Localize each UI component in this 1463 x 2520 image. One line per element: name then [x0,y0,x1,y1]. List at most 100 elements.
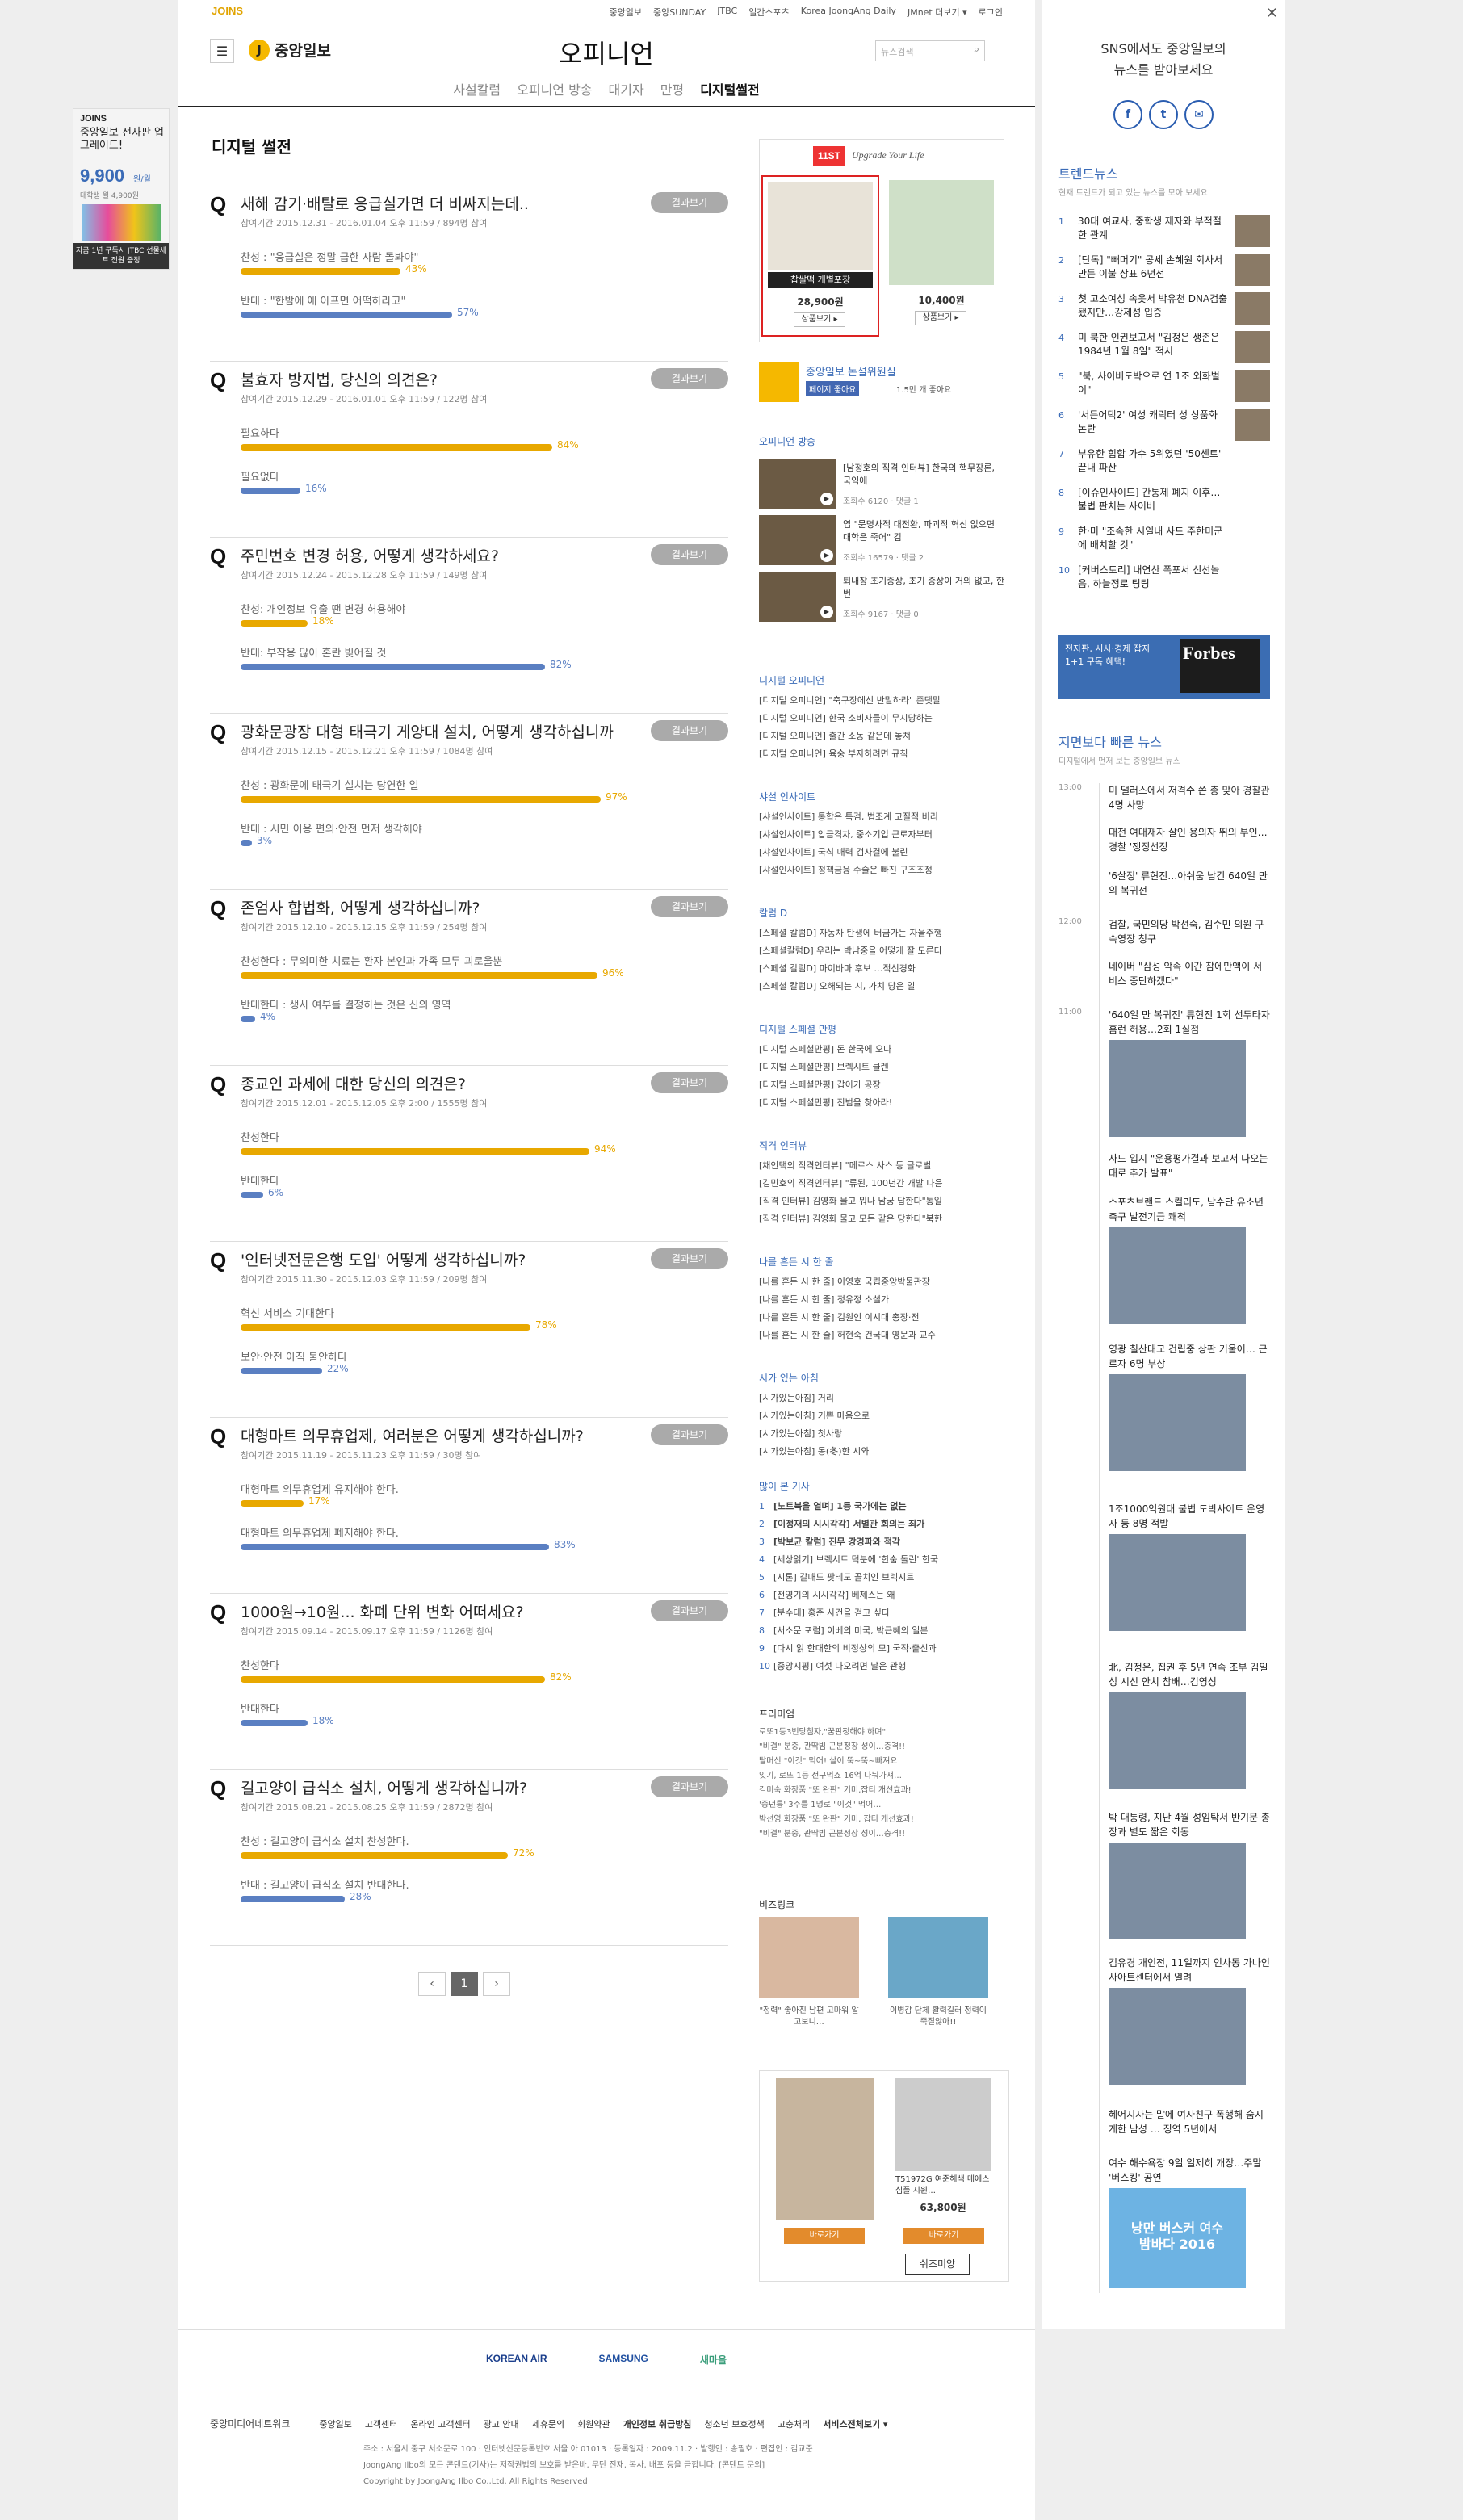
list-item[interactable]: [디지털 오피니언] 출간 소동 같은데 놓쳐 [759,727,1009,745]
popular-item[interactable]: 9 [다시 읽 한대한의 비정상의 모] 국작·출신과 [759,1640,1009,1658]
joins-logo[interactable]: JOINS [212,5,243,17]
list-item[interactable]: [시가있는아침] 거리 [759,1390,1009,1407]
list-item[interactable]: [디지털 스페셜만평] 돈 한국에 오다 [759,1041,1009,1059]
premium-item[interactable]: 김미숙 화장품 "또 완판" 기미,잡티 개선효과! [759,1784,1009,1798]
video-item[interactable]: ▶ 퇴내장 초기증상, 초기 증상이 거의 없고, 한번 조회수 9167 · … [759,572,1009,622]
timeline-item[interactable]: '6살정' 류현진…아쉬움 남긴 640일 만의 복귀전 [1109,869,1270,898]
timeline-image[interactable]: 낭만 버스커 여수 밤바다 2016 [1109,2188,1246,2288]
timeline-image[interactable] [1109,1534,1246,1631]
ad-product-1[interactable]: 찹쌀떡 개별포장 28,900원 상품보기 ▸ [761,175,879,337]
result-button[interactable]: 결과보기 [651,1424,728,1445]
trend-item[interactable]: 2 [단독] "빼머기" 공세 손혜원 회사서 만든 이불 상표 6년전 [1058,254,1270,292]
login-link[interactable]: 로그인 [979,6,1003,19]
timeline-item[interactable]: '640일 만 복귀전' 류현진 1회 선두타자 홈런 허용…2회 1실점 [1109,1008,1270,1037]
section-heading[interactable]: 디지털 스페셜 만평 [759,1022,1009,1036]
timeline-item[interactable]: 여수 해수욕장 9일 일제히 개장…주말 '버스킹' 공연 [1109,2156,1270,2185]
timeline-item[interactable]: 사드 입지 "운용평가결과 보고서 나오는대로 추가 발표" [1109,1151,1270,1180]
popular-item[interactable]: 2 [이정재의 시시각각] 서별관 회의는 죄가 [759,1516,1009,1533]
sponsor-korean-air[interactable]: KOREAN AIR [486,2353,547,2367]
trend-item[interactable]: 1 30대 여교사, 중학생 제자와 부적절한 관계 [1058,215,1270,254]
ad-product-1-button[interactable]: 상품보기 ▸ [794,312,845,327]
timeline-image[interactable] [1109,1040,1246,1137]
section-heading[interactable]: 오피니언 방송 [759,434,1009,448]
list-item[interactable]: [디지털 스페셜만평] 진범을 찾아라! [759,1094,1009,1112]
poll-title[interactable]: 새해 감기·배탈로 응급실가면 더 비싸지는데.. [241,192,529,214]
ad-product-2[interactable]: 10,400원 상품보기 ▸ [884,175,1002,337]
left-banner-ad[interactable]: JOINS 중앙일보 전자판 업그레이드! 9,900 원/월 대학생 월 4,… [73,108,170,270]
subnav-senior-writer[interactable]: 대기자 [609,79,644,99]
timeline-item[interactable]: 北, 김정은, 집권 후 5년 연속 조부 김일성 시신 안치 참배…김영성 [1109,1660,1270,1689]
footer-link[interactable]: 중앙일보 [319,2417,351,2430]
timeline-item[interactable]: 네이버 "삼성 악속 이간 참에만액이 서비스 중단하겠다" [1109,959,1270,988]
result-button[interactable]: 결과보기 [651,1776,728,1797]
poll-title[interactable]: 주민번호 변경 허용, 어떻게 생각하세요? [241,544,499,566]
trend-item[interactable]: 4 미 북한 인권보고서 "김정은 생존은 1984년 1월 8일" 적시 [1058,331,1270,370]
trend-item[interactable]: 10 [커버스토리] 내연산 폭포서 신선놀음, 하늘정로 팅팅 [1058,564,1270,602]
toplink-joongang[interactable]: 중앙일보 [610,6,642,19]
footer-link[interactable]: 청소년 보호정책 [704,2417,764,2430]
footer-link[interactable]: 회원약관 [577,2417,610,2430]
result-button[interactable]: 결과보기 [651,368,728,389]
fb-like-button[interactable]: 페이지 좋아요 [806,381,860,396]
popular-item[interactable]: 1 [노트북을 열며] 1등 국가에는 없는 [759,1498,1009,1516]
list-item[interactable]: [김민호의 직격인터뷰] "류된, 100년간 개발 다음 [759,1175,1009,1193]
toplink-ilgan[interactable]: 일간스포츠 [748,6,790,19]
result-button[interactable]: 결과보기 [651,192,728,213]
premium-item[interactable]: 로또1등3번당첨자,"꿈판정해야 하며" [759,1725,1009,1740]
premium-item[interactable]: '중년퉁' 3주를 1명로 "이것" 먹어… [759,1798,1009,1813]
footer-link[interactable]: 고객센터 [365,2417,397,2430]
poll-title[interactable]: '인터넷전문은행 도입' 어떻게 생각하십니까? [241,1248,526,1270]
search-input[interactable]: 뉴스검색 ⌕ [875,40,985,61]
section-heading[interactable]: 칼럼 D [759,906,1009,920]
footer-all-services[interactable]: 서비스전체보기 ▾ [823,2417,887,2430]
toplink-jmnet-more[interactable]: JMnet 더보기 ▾ [908,6,967,19]
toplink-jtbc[interactable]: JTBC [717,6,737,19]
popular-item[interactable]: 5 [시론] 갈매도 팟테도 골치인 브렉시트 [759,1569,1009,1587]
trend-item[interactable]: 3 첫 고소여성 속옷서 박유천 DNA검출 됐지만…강제성 입증 [1058,292,1270,331]
search-icon[interactable]: ⌕ [974,44,979,56]
bizlink-image-1[interactable] [759,1917,859,1998]
section-heading[interactable]: 샤설 인사이트 [759,790,1009,803]
trend-item[interactable]: 6 '서든어택2' 여성 캐릭터 성 상품화 논란 [1058,409,1270,447]
popular-item[interactable]: 7 [분수대] 홍준 사건을 걷고 싶다 [759,1604,1009,1622]
trend-title[interactable]: 트렌드뉴스 [1058,163,1118,182]
premium-item[interactable]: "비결" 분중, 관딱빔 곤분정장 성이…충격!! [759,1740,1009,1755]
list-item[interactable]: [스페셜칼럼D] 우리는 박남중을 어떻게 잘 모른다 [759,942,1009,960]
list-item[interactable]: [샤설인사이트] 압금격차, 중소기업 근로자부터 [759,826,1009,844]
list-item[interactable]: [디지털 오피니언] 한국 소비자들이 무시당하는 [759,710,1009,727]
footer-link[interactable]: 광고 안내 [484,2417,519,2430]
list-item[interactable]: [직격 인터뷰] 김영화 물고 모든 같은 당한다"북한 [759,1210,1009,1228]
page-1-button[interactable]: 1 [451,1972,478,1996]
result-button[interactable]: 결과보기 [651,544,728,565]
popular-item[interactable]: 3 [박보균 칼럼] 진무 강경파와 적각 [759,1533,1009,1551]
result-button[interactable]: 결과보기 [651,1600,728,1621]
list-item[interactable]: [샤설인사이트] 국식 매력 검사결에 불린 [759,844,1009,862]
footer-link-privacy[interactable]: 개인정보 취급방침 [623,2417,692,2430]
subnav-digital-debate[interactable]: 디지털썰전 [700,79,760,99]
list-item[interactable]: [디지털 오피니언] 육숭 부자하려면 규칙 [759,745,1009,763]
shop-item-2-button[interactable]: 바로가기 [903,2228,984,2244]
timeline-item[interactable]: 김유경 개인전, 11일까지 인사동 가나인사아트센터에서 열려 [1109,1956,1270,1985]
timeline-item[interactable]: 대전 여대재자 살인 용의자 뛰의 부인… 경찰 '쟁정선정 [1109,825,1270,854]
popular-item[interactable]: 6 [전영기의 시시각각] 베제스는 왜 [759,1587,1009,1604]
shopping-ad[interactable]: T51972G 여준해색 매에스 심플 시원… 63,800원 바로가기 바로가… [759,2070,1009,2282]
result-button[interactable]: 결과보기 [651,1072,728,1093]
timeline-image[interactable] [1109,1374,1246,1471]
poll-title[interactable]: 대형마트 의무휴업제, 여러분은 어떻게 생각하십니까? [241,1424,584,1446]
bizlink-image-2[interactable] [888,1917,988,1998]
premium-item[interactable]: 잇기, 로또 1등 전구먹죠 16억 나눠가져… [759,1769,1009,1784]
poll-title[interactable]: 1000원→10원... 화폐 단위 변화 어떠세요? [241,1600,524,1622]
timeline-item[interactable]: 스포츠브랜드 스컬리도, 남수단 유소년축구 발전기금 쾌척 [1109,1195,1270,1224]
trend-item[interactable]: 9 한·미 "조속한 시일내 사드 주한미군에 배치할 것" [1058,525,1270,564]
committee-title[interactable]: 중앙일보 논설위원실 [806,363,896,379]
close-icon[interactable]: ✕ [1266,5,1278,22]
timeline-item[interactable]: 1조1000억원대 불법 도박사이트 운영자 등 8명 적발 [1109,1502,1270,1531]
sponsor-saemaul[interactable]: 새마을 [700,2353,727,2367]
result-button[interactable]: 결과보기 [651,1248,728,1269]
list-item[interactable]: [디지털 스페셜만평] 갑이가 공장 [759,1076,1009,1094]
timeline-image[interactable] [1109,1692,1246,1789]
11st-ad[interactable]: 11ST Upgrade Your Life 찹쌀떡 개별포장 28,900원 … [759,139,1004,342]
trend-item[interactable]: 7 부유한 힙합 가수 5위였던 '50센트' 끝내 파산 [1058,447,1270,486]
email-icon[interactable]: ✉ [1184,100,1214,129]
timeline-image[interactable] [1109,1227,1246,1324]
